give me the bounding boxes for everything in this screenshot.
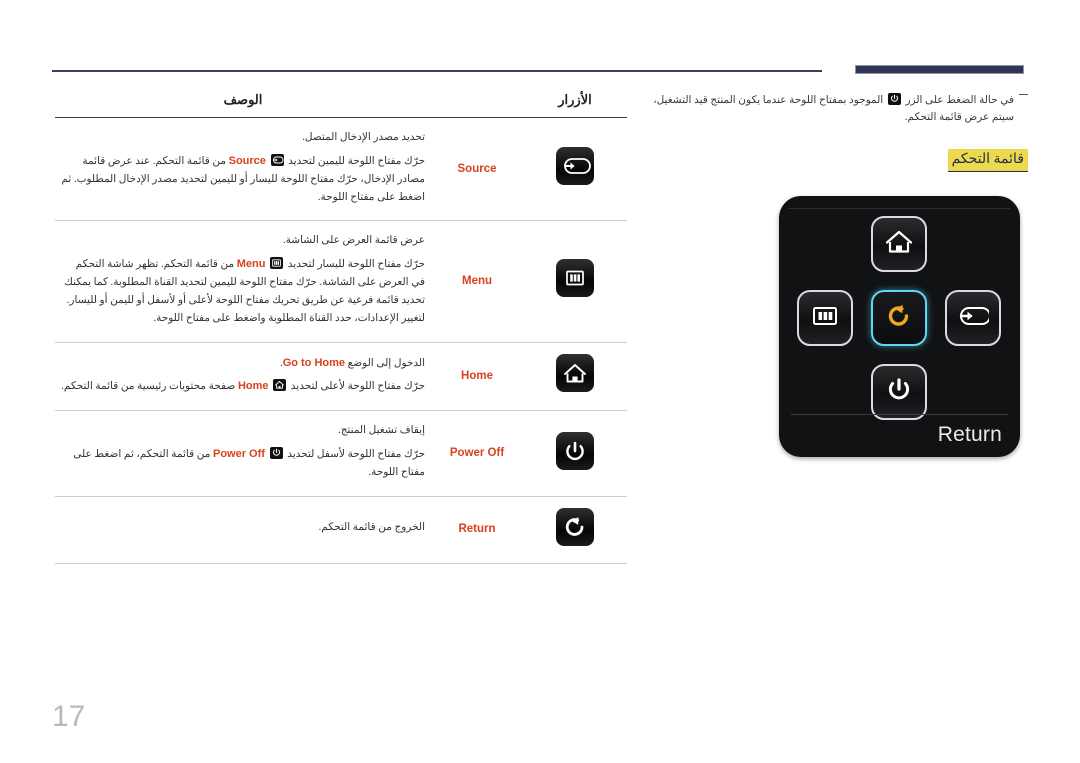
desc-line-1: الخروج من قائمة التحكم. [318,522,425,534]
table-row: Source تحديد مصدر الإدخال المتصل. حرّك م… [55,117,627,222]
header-description: الوصف [55,88,431,118]
desc-keyword: Home [237,380,269,393]
row-name: Home [431,342,523,412]
menu-icon [556,259,594,298]
widget-bottom-divider [791,414,1008,415]
row-description: عرض قائمة العرض على الشاشة. حرّك مفتاح ا… [55,220,431,343]
desc-keyword: Source [228,154,266,167]
desc-pre: حرّك مفتاح اللوحة لأعلى لتحديد [290,381,425,393]
table-row: Home الدخول إلى الوضع Go to Home. حرّك م… [55,342,627,412]
power-icon [269,447,283,460]
page-number: 17 [52,700,86,733]
note-dash-icon [1019,94,1028,95]
widget-source-key[interactable] [945,290,1001,346]
widget-top-divider [789,208,1010,209]
widget-menu-key[interactable] [797,290,853,346]
widget-selected-label: Return [937,423,1002,446]
source-icon [957,303,991,334]
row-description: إيقاف تشغيل المنتج. حرّك مفتاح اللوحة لأ… [55,410,431,497]
header-button-name [431,88,523,118]
menu-icon [810,303,840,334]
row-name: Source [431,117,523,222]
desc-pre: حرّك مفتاح اللوحة لأسفل لتحديد [287,449,425,461]
note-text-before: في حالة الضغط على الزر [905,95,1014,106]
widget-power-key[interactable] [871,364,927,420]
header-rule-thin [52,70,822,72]
table-header-row: الأزرار الوصف [55,88,627,118]
home-icon [556,354,594,393]
control-menu-heading: قائمة التحكم [947,148,1028,172]
desc-line-1: الدخول إلى الوضع Go to Home. [61,354,425,373]
row-icon-cell [523,117,627,222]
menu-icon [270,257,284,270]
desc-line-2: حرّك مفتاح اللوحة لليسار لتحديد Menu من … [61,255,425,327]
source-icon [556,147,594,186]
header-buttons: الأزرار [523,88,627,118]
row-icon-cell [523,220,627,343]
widget-home-key[interactable] [871,216,927,272]
power-icon [884,375,914,410]
table-row: Power Off إيقاف تشغيل المنتج. حرّك مفتاح… [55,410,627,497]
row-description: الدخول إلى الوضع Go to Home. حرّك مفتاح … [55,342,431,412]
control-menu-widget: Return [779,196,1020,457]
desc-line-1: تحديد مصدر الإدخال المتصل. [302,132,425,143]
desc-keyword: Power Off [212,448,265,461]
desc-pre: حرّك مفتاح اللوحة لليمين لتحديد [288,155,425,167]
row-name: Menu [431,220,523,343]
note-block: في حالة الضغط على الزر الموجود بمفتاح ال… [653,92,1028,127]
desc-post: صفحة محتويات رئيسية من قائمة التحكم. [61,381,236,393]
row-icon-cell [523,496,627,564]
widget-return-key[interactable] [871,290,927,346]
desc-line-2: حرّك مفتاح اللوحة لليمين لتحديد Source م… [61,152,425,207]
desc-line-2: حرّك مفتاح اللوحة لأسفل لتحديد Power Off… [61,445,425,482]
table-row: Menu عرض قائمة العرض على الشاشة. حرّك مف… [55,220,627,343]
note-column: في حالة الضغط على الزر الموجود بمفتاح ال… [653,92,1028,172]
home-icon [273,379,287,392]
row-name: Return [431,496,523,564]
desc-text: الدخول إلى الوضع [347,357,425,369]
header-rule-thick [855,65,1024,74]
power-icon [887,93,901,105]
desc-pre: حرّك مفتاح اللوحة لليسار لتحديد [287,259,425,271]
table-row: Return الخروج من قائمة التحكم. [55,496,627,564]
home-icon [884,228,914,261]
highlight-row: قائمة التحكم [653,148,1028,172]
row-description: الخروج من قائمة التحكم. [55,496,431,564]
return-icon [556,507,594,546]
source-icon [270,153,284,166]
desc-line-2: حرّك مفتاح اللوحة لأعلى لتحديد Home صفحة… [61,377,425,396]
manual-page: في حالة الضغط على الزر الموجود بمفتاح ال… [0,0,1080,763]
key-description-table: الأزرار الوصف Source تحديد مصدر الإدخال … [55,88,627,564]
row-icon-cell [523,410,627,497]
row-name: Power Off [431,410,523,497]
desc-line-1: إيقاف تشغيل المنتج. [338,425,425,437]
row-description: تحديد مصدر الإدخال المتصل. حرّك مفتاح ال… [55,117,431,222]
row-icon-cell [523,342,627,412]
desc-keyword: Menu [236,258,266,271]
desc-keyword-trailing: Go to Home [282,356,346,369]
return-icon [884,301,914,336]
desc-line-1: عرض قائمة العرض على الشاشة. [283,235,425,247]
widget-keypad [779,214,1020,420]
power-icon [556,431,594,470]
